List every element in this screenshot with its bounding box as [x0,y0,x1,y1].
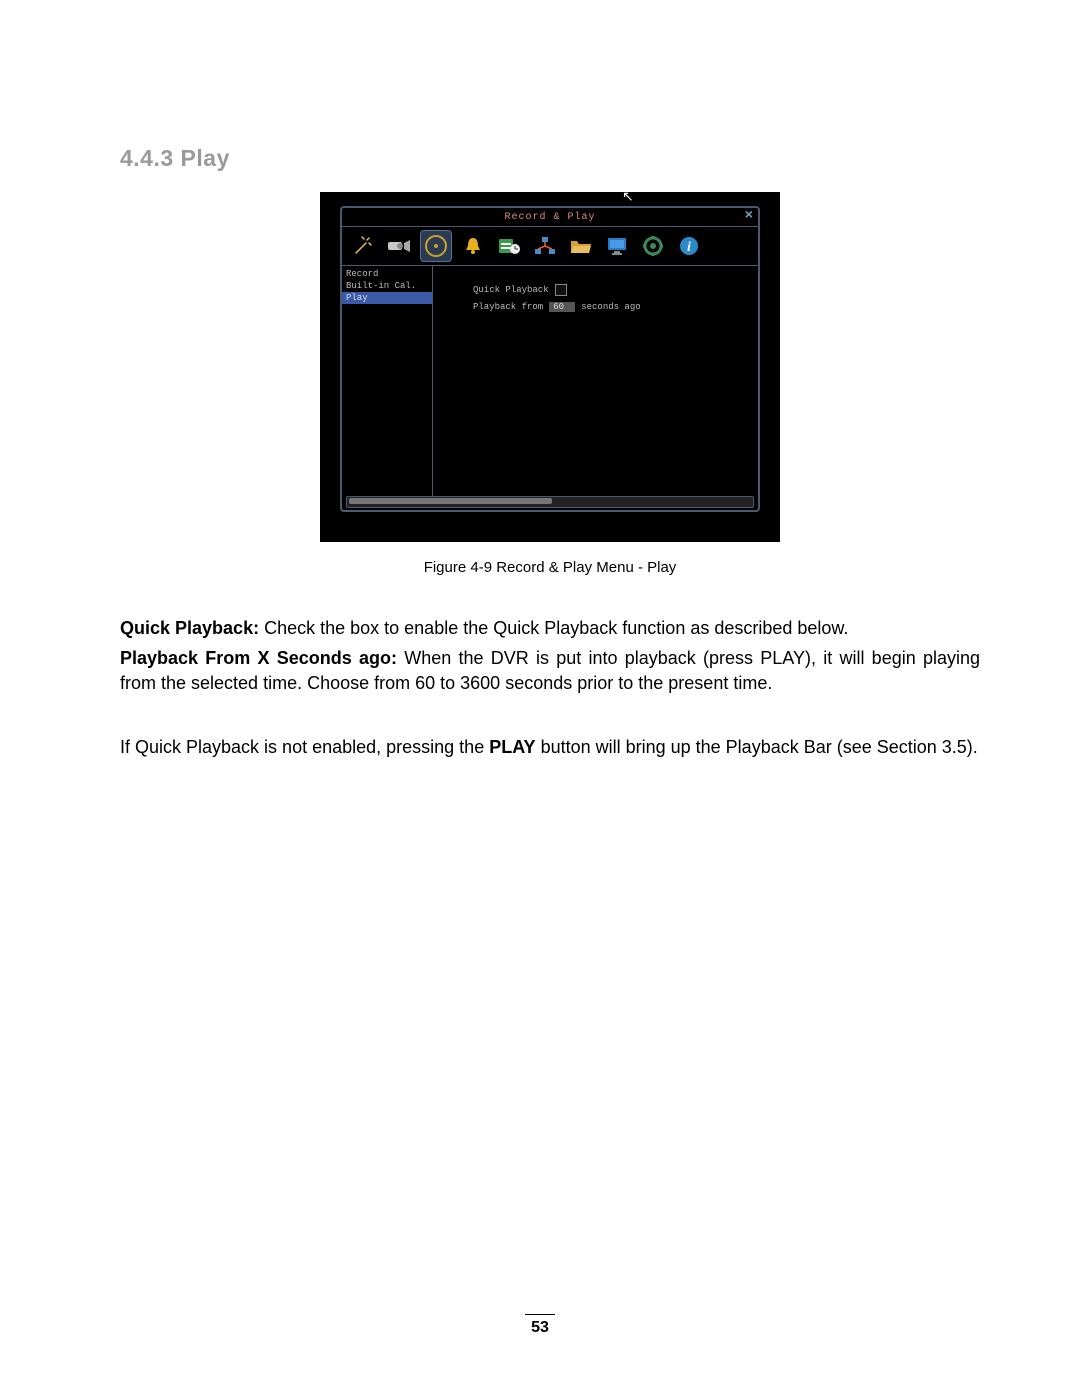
sidebar-item-play[interactable]: Play [342,292,432,304]
monitor-icon[interactable] [602,231,632,261]
sidebar-item-record[interactable]: Record [342,268,432,280]
dvr-screenshot: ↖ Record & Play × [320,192,780,542]
term-quick-playback: Quick Playback: [120,618,259,638]
reel-icon[interactable] [420,230,452,262]
dvr-titlebar: Record & Play × [342,208,758,227]
network-icon[interactable] [530,231,560,261]
paragraph-quick-playback: Quick Playback: Check the box to enable … [120,616,980,640]
dvr-content-panel: Quick Playback Playback from 60 seconds … [433,266,758,498]
playback-seconds-input[interactable]: 60 [549,302,575,312]
scrollbar[interactable] [346,496,754,508]
playback-from-label: Playback from [473,302,543,312]
folder-icon[interactable] [566,231,596,261]
camera-icon[interactable] [384,231,414,261]
term-playback-from: Playback From X Seconds ago: [120,648,397,668]
bell-icon[interactable] [458,231,488,261]
quick-playback-label: Quick Playback [473,285,549,295]
playback-from-suffix: seconds ago [581,302,640,312]
cursor-icon: ↖ [622,188,634,205]
gear-icon[interactable] [638,231,668,261]
dvr-toolbar: i [342,227,758,266]
close-icon[interactable]: × [745,209,754,223]
section-heading: 4.4.3 Play [120,145,980,172]
term-play: PLAY [489,737,535,757]
window-title: Record & Play [504,212,595,223]
figure: ↖ Record & Play × [120,192,980,547]
info-icon[interactable]: i [674,231,704,261]
scrollbar-thumb[interactable] [349,498,552,504]
paragraph-note: If Quick Playback is not enabled, pressi… [120,735,980,759]
schedule-icon[interactable] [494,231,524,261]
paragraph-playback-from: Playback From X Seconds ago: When the DV… [120,646,980,695]
figure-caption: Figure 4-9 Record & Play Menu - Play [120,559,980,576]
dvr-window: Record & Play × [340,206,760,512]
dvr-sidebar: Record Built-in Cal. Play [342,266,433,498]
svg-text:i: i [687,240,691,255]
sidebar-item-builtin-cal[interactable]: Built-in Cal. [342,280,432,292]
wand-icon[interactable] [348,231,378,261]
quick-playback-checkbox[interactable] [555,284,567,296]
page-number: 53 [0,1314,1080,1337]
